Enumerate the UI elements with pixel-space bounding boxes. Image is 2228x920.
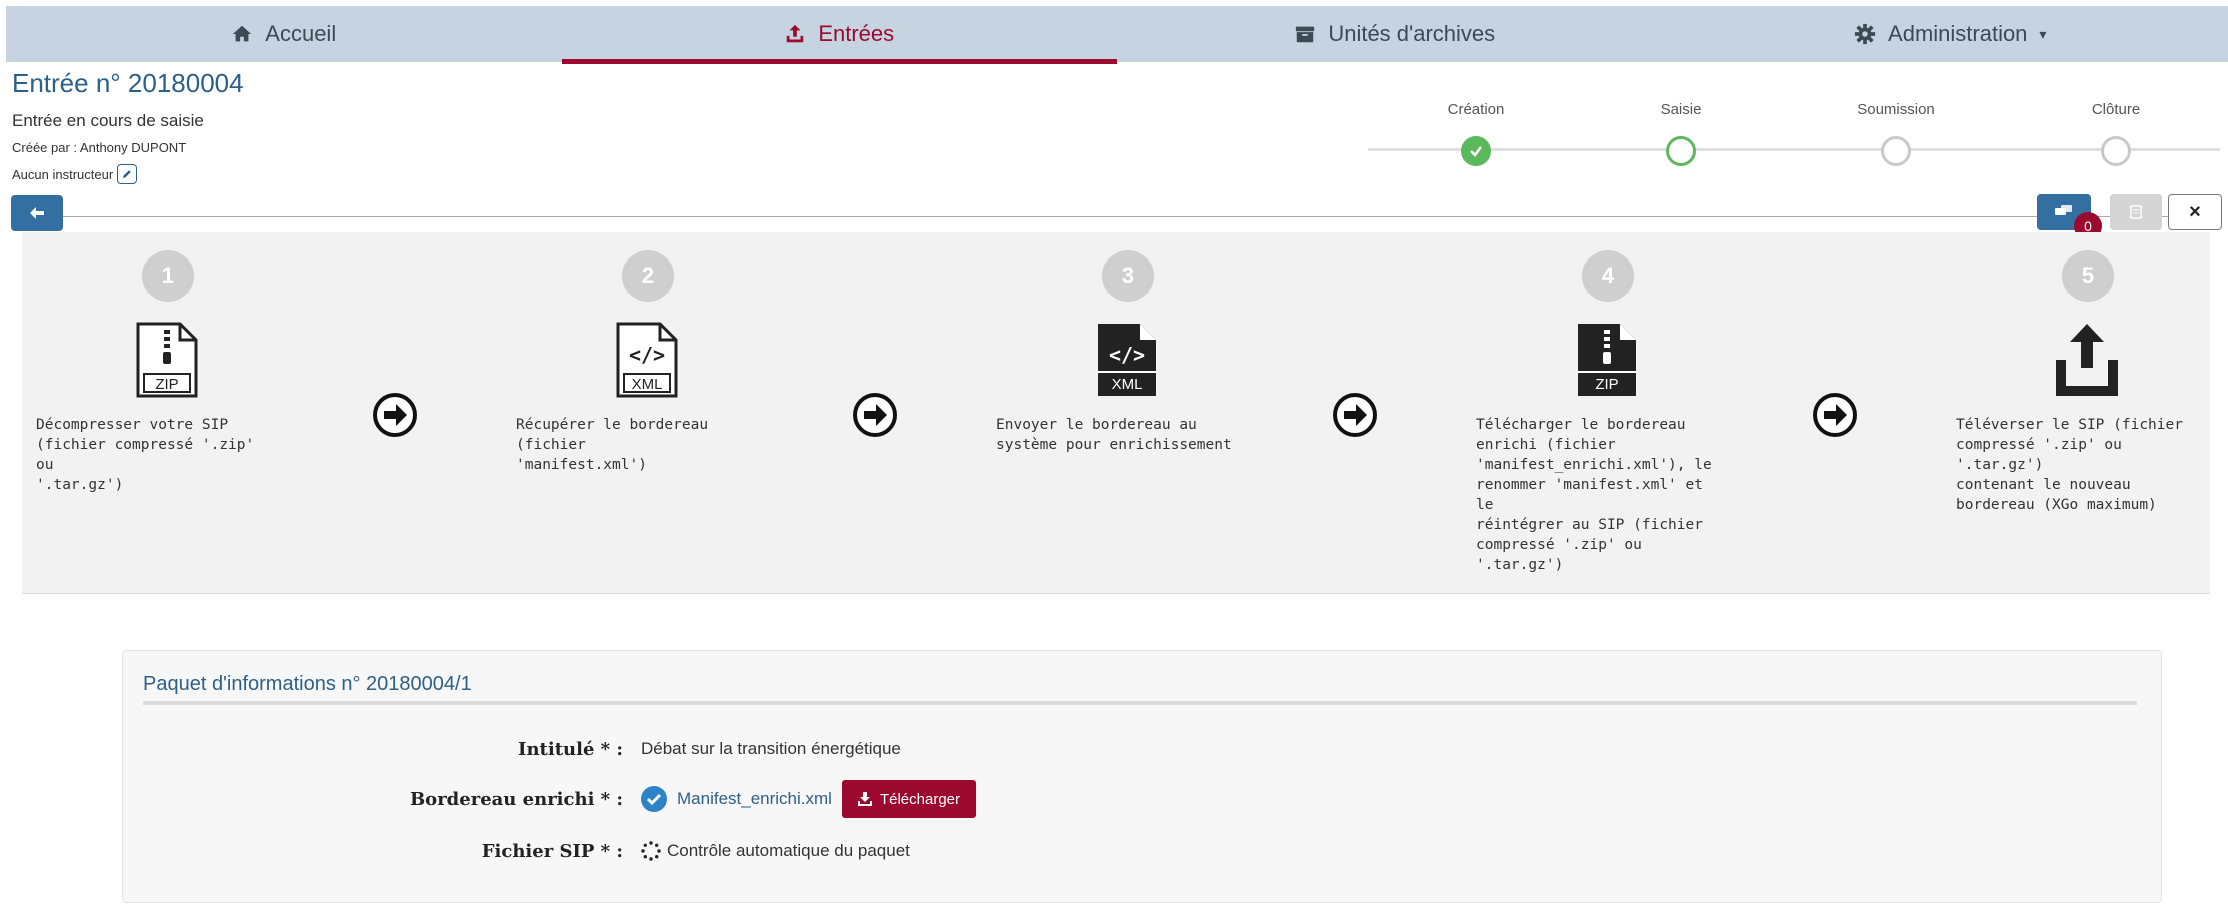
step-number: 1	[142, 250, 194, 302]
arrow-right-circle-icon	[853, 393, 897, 437]
created-by: Créée par : Anthony DUPONT	[12, 140, 187, 155]
intitule-value: Débat sur la transition énergétique	[641, 739, 901, 758]
nav-entrees[interactable]: Entrées	[561, 6, 1118, 64]
spinner-icon	[641, 841, 661, 861]
step-label: Création	[1447, 101, 1505, 118]
manifest-link[interactable]: Manifest_enrichi.xml	[677, 789, 832, 809]
archive-box-icon	[1296, 26, 1315, 43]
procedure-step-2: 2 </> XML Récupérer le bordereau (fichie…	[516, 250, 756, 475]
procedure-step-5: 5 Téléverser le SIP (fichier compressé '…	[1956, 250, 2196, 515]
field-intitule: Intitulé * : Débat sur la transition éne…	[123, 731, 2161, 767]
step-text: Envoyer le bordereau au système pour enr…	[996, 417, 1232, 453]
step-circle	[1666, 136, 1696, 166]
document-button[interactable]	[2110, 194, 2162, 230]
nav-entrees-label: Entrées	[818, 21, 895, 46]
instructor-line: Aucun instructeur	[12, 164, 138, 184]
arrow-right-circle-icon	[1813, 393, 1857, 437]
procedure-step-3: 3 </> XML Envoyer le bordereau au systèm…	[996, 250, 1236, 455]
step-text: Télécharger le bordereau enrichi (fichie…	[1476, 417, 1712, 573]
zip-file-dark-icon: ZIP	[1578, 324, 1636, 396]
file-tag: ZIP	[155, 376, 178, 393]
check-icon	[1461, 136, 1491, 166]
step-number: 3	[1102, 250, 1154, 302]
zip-file-icon: ZIP	[136, 322, 198, 398]
nav-unites-label: Unités d'archives	[1328, 21, 1496, 46]
field-label: Fichier SIP * :	[481, 840, 623, 862]
chevron-down-icon: ▾	[2039, 25, 2047, 42]
page-title: Entrée n° 20180004	[12, 68, 244, 98]
field-bordereau: Bordereau enrichi * : Manifest_enrichi.x…	[123, 779, 2161, 819]
svg-text:</>: </>	[629, 343, 665, 367]
arrow-right-circle-icon	[1333, 393, 1377, 437]
download-button[interactable]: Télécharger	[841, 780, 976, 818]
step-number: 4	[1582, 250, 1634, 302]
step-label: Clôture	[2091, 101, 2141, 118]
step-circle	[1881, 136, 1911, 166]
sip-status: Contrôle automatique du paquet	[667, 841, 910, 860]
entry-status: Entrée en cours de saisie	[12, 111, 204, 130]
pencil-icon	[123, 170, 131, 178]
edit-instructor-button[interactable]	[117, 164, 138, 184]
file-tag: ZIP	[1595, 376, 1618, 393]
gear-icon	[1854, 23, 1876, 45]
back-button[interactable]	[11, 195, 63, 231]
step-saisie: Saisie	[1621, 100, 1741, 166]
panel-title: Paquet d'informations n° 20180004/1	[143, 673, 472, 695]
procedure-step-4: 4 ZIP Télécharger le bordereau enrichi (…	[1476, 250, 1716, 575]
workflow-stepper: Création Saisie Soumission Clôture	[1368, 100, 2220, 170]
field-sip: Fichier SIP * : Contrôle automatique du …	[123, 833, 2161, 869]
divider	[60, 216, 2200, 217]
svg-text:</>: </>	[1109, 343, 1145, 367]
step-circle	[2101, 136, 2131, 166]
close-button[interactable]: ×	[2168, 194, 2222, 230]
main-nav: Accueil Entrées Unités d'archives Admini…	[6, 6, 2228, 64]
field-label: Intitulé * :	[518, 738, 623, 760]
step-cloture: Clôture	[2056, 100, 2176, 166]
instructor-text: Aucun instructeur	[12, 166, 114, 182]
nav-administration[interactable]: Administration ▾	[1673, 6, 2228, 62]
file-tag: XML	[1112, 376, 1143, 393]
step-text: Téléverser le SIP (fichier compressé '.z…	[1956, 417, 2183, 513]
arrow-left-icon	[30, 207, 44, 219]
divider	[143, 701, 2137, 705]
home-icon	[233, 25, 252, 42]
step-number: 2	[622, 250, 674, 302]
information-package-panel: Paquet d'informations n° 20180004/1 Inti…	[122, 650, 2162, 903]
procedure-step-1: 1 ZIP Décompresser votre SIP (fichier co…	[36, 250, 276, 495]
step-label: Soumission	[1857, 101, 1935, 118]
step-number: 5	[2062, 250, 2114, 302]
nav-administration-label: Administration	[1888, 21, 2028, 46]
step-soumission: Soumission	[1836, 100, 1956, 166]
field-label: Bordereau enrichi * :	[409, 788, 623, 810]
download-icon	[857, 792, 872, 806]
step-text: Récupérer le bordereau (fichier 'manifes…	[516, 417, 709, 473]
step-text: Décompresser votre SIP (fichier compress…	[36, 417, 255, 493]
upload-tray-icon	[2056, 324, 2118, 396]
xml-file-dark-icon: </> XML	[1098, 324, 1156, 396]
upload-icon	[787, 24, 804, 43]
nav-accueil-label: Accueil	[265, 21, 337, 46]
procedure-panel: 1 ZIP Décompresser votre SIP (fichier co…	[22, 232, 2210, 594]
step-label: Saisie	[1660, 101, 1702, 118]
nav-unites-archives[interactable]: Unités d'archives	[1117, 6, 1673, 62]
file-tag: XML	[632, 376, 663, 393]
download-label: Télécharger	[879, 790, 960, 808]
comments-icon	[2055, 205, 2072, 215]
step-creation: Création	[1416, 100, 1536, 166]
arrow-right-circle-icon	[373, 393, 417, 437]
check-circle-icon	[641, 786, 667, 812]
document-icon	[2130, 205, 2142, 219]
nav-accueil[interactable]: Accueil	[6, 6, 562, 62]
page: Accueil Entrées Unités d'archives Admini…	[0, 0, 2228, 920]
xml-file-icon: </> XML	[616, 322, 678, 398]
